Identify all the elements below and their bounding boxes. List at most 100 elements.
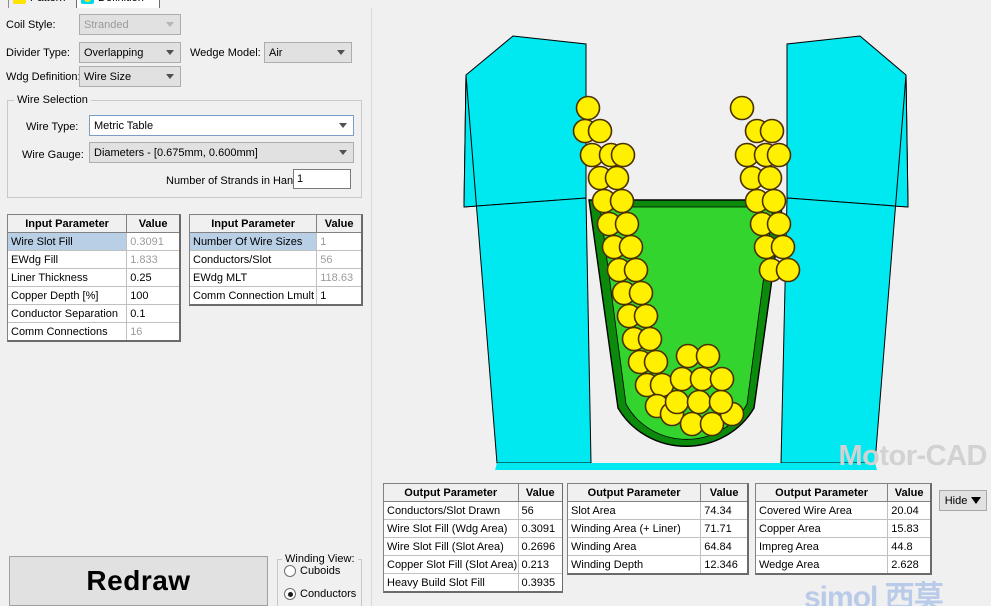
conductor-circle — [775, 257, 801, 283]
param-name: Conductors/Slot — [190, 250, 318, 269]
param-name: Covered Wire Area — [756, 501, 889, 520]
param-name: Copper Slot Fill (Slot Area) — [384, 555, 519, 574]
param-value: 2.628 — [887, 555, 930, 573]
wedge-model-label: Wedge Model: — [190, 47, 261, 59]
radio-dot-icon — [284, 588, 296, 600]
output-parameter-table-2[interactable]: Output Parameter Value Slot Area 74.34 W… — [567, 483, 749, 575]
output-parameter-table-3[interactable]: Output Parameter Value Covered Wire Area… — [755, 483, 932, 575]
table-row[interactable]: Liner Thickness 0.25 — [8, 268, 179, 287]
param-name: Comm Connection Lmult — [190, 286, 318, 304]
table-row[interactable]: Copper Slot Fill (Slot Area) 0.213 — [384, 555, 562, 574]
param-name: Winding Area (+ Liner) — [568, 519, 702, 538]
radio-winding-view-cuboids[interactable]: Cuboids — [284, 565, 340, 577]
table-row[interactable]: EWdg MLT 118.63 — [190, 268, 361, 287]
col-header-value: Value — [316, 215, 361, 233]
col-header-value: Value — [126, 215, 179, 233]
param-name: Copper Area — [756, 519, 889, 538]
wdg-definition-label: Wdg Definition: — [6, 71, 81, 83]
conductor-circle — [587, 118, 613, 144]
wedge-model-dropdown[interactable]: Air — [264, 42, 352, 63]
param-value: 64.84 — [700, 537, 747, 556]
strands-in-hand-label: Number of Strands in Hand: — [166, 175, 303, 187]
param-value: 0.3935 — [518, 573, 562, 591]
table-row[interactable]: Wire Slot Fill (Wdg Area) 0.3091 — [384, 519, 562, 538]
table-row[interactable]: Conductors/Slot 56 — [190, 250, 361, 269]
chevron-down-icon — [166, 22, 174, 27]
param-value: 20.04 — [887, 501, 930, 520]
param-value[interactable]: 0.25 — [126, 268, 179, 287]
param-value[interactable]: 1 — [316, 286, 361, 304]
param-name: Winding Area — [568, 537, 702, 556]
strands-in-hand-input[interactable]: 1 — [293, 169, 351, 189]
table-row[interactable]: Wire Slot Fill (Slot Area) 0.2696 — [384, 537, 562, 556]
output-parameter-table-1[interactable]: Output Parameter Value Conductors/Slot D… — [383, 483, 563, 593]
wdg-definition-dropdown[interactable]: Wire Size — [79, 66, 181, 87]
coil-style-dropdown[interactable]: Stranded — [79, 14, 181, 35]
table-row[interactable]: Wire Slot Fill 0.3091 — [8, 232, 179, 251]
table-row[interactable]: Winding Depth 12.346 — [568, 555, 747, 573]
param-name: Wire Slot Fill (Slot Area) — [384, 537, 519, 556]
wire-type-label: Wire Type: — [26, 121, 79, 133]
param-value: 1.833 — [126, 250, 179, 269]
slot-drawing-canvas[interactable]: Motor-CAD — [381, 8, 991, 478]
conductor-circle — [623, 257, 649, 283]
wire-selection-title: Wire Selection — [14, 94, 91, 106]
wire-type-dropdown[interactable]: Metric Table — [89, 115, 354, 136]
input-parameter-table-right[interactable]: Input Parameter Value Number Of Wire Siz… — [189, 214, 363, 306]
col-header-input-parameter: Input Parameter — [190, 215, 318, 233]
simol-branding-logo: simol 西莫 — [804, 581, 944, 606]
table-row[interactable]: Impreg Area 44.8 — [756, 537, 930, 556]
table-row[interactable]: Conductors/Slot Drawn 56 — [384, 501, 562, 520]
table-row[interactable]: Copper Depth [%] 100 — [8, 286, 179, 305]
conductor-circle — [729, 95, 755, 121]
param-name: Impreg Area — [756, 537, 889, 556]
param-name: Number Of Wire Sizes — [190, 232, 318, 251]
param-value: 56 — [518, 501, 562, 520]
table-row[interactable]: Covered Wire Area 20.04 — [756, 501, 930, 520]
param-name: EWdg Fill — [8, 250, 128, 269]
chevron-down-icon — [337, 50, 345, 55]
divider-type-dropdown[interactable]: Overlapping — [79, 42, 181, 63]
param-value[interactable]: 0.1 — [126, 304, 179, 323]
redraw-button[interactable]: Redraw — [9, 556, 268, 606]
col-header-output-parameter: Output Parameter — [568, 484, 702, 502]
chevron-down-icon — [971, 497, 982, 504]
wire-gauge-dropdown[interactable]: Diameters - [0.675mm, 0.600mm] — [89, 142, 354, 163]
param-value[interactable]: 100 — [126, 286, 179, 305]
radio-winding-view-conductors[interactable]: Conductors — [284, 588, 356, 600]
table-row[interactable]: Winding Area 64.84 — [568, 537, 747, 556]
table-row[interactable]: EWdg Fill 1.833 — [8, 250, 179, 269]
conductor-circle — [610, 142, 636, 168]
table-row[interactable]: Copper Area 15.83 — [756, 519, 930, 538]
tab-definition[interactable]: Definition — [76, 0, 160, 8]
coil-style-value: Stranded — [84, 18, 129, 31]
input-parameter-table-left[interactable]: Input Parameter Value Wire Slot Fill 0.3… — [7, 214, 181, 342]
param-value: 0.3091 — [518, 519, 562, 538]
table-row[interactable]: Heavy Build Slot Fill 0.3935 — [384, 573, 562, 591]
tab-pattern[interactable]: Pattern — [8, 0, 80, 8]
table-row[interactable]: Number Of Wire Sizes 1 — [190, 232, 361, 251]
param-value: 16 — [126, 322, 179, 340]
conductor-circle — [637, 326, 663, 352]
motorcad-winding-definition-window: Pattern Definition Coil Style: Stranded … — [0, 0, 991, 606]
hide-button[interactable]: Hide — [939, 490, 987, 511]
conductor-circle — [618, 234, 644, 260]
param-value: 1 — [316, 232, 361, 251]
radio-dot-icon — [284, 565, 296, 577]
param-value: 0.213 — [518, 555, 562, 574]
col-header-value: Value — [887, 484, 930, 502]
col-header-output-parameter: Output Parameter — [756, 484, 889, 502]
conductor-circle — [633, 303, 659, 329]
table-row[interactable]: Wedge Area 2.628 — [756, 555, 930, 573]
table-row[interactable]: Comm Connections 16 — [8, 322, 179, 340]
param-name: EWdg MLT — [190, 268, 318, 287]
conductor-circle — [695, 343, 721, 369]
table-row[interactable]: Conductor Separation 0.1 — [8, 304, 179, 323]
table-row[interactable]: Comm Connection Lmult 1 — [190, 286, 361, 304]
divider-type-value: Overlapping — [84, 46, 144, 59]
conductor-circle — [766, 142, 792, 168]
table-row[interactable]: Winding Area (+ Liner) 71.71 — [568, 519, 747, 538]
tab-strip: Pattern Definition — [0, 0, 991, 8]
table-row[interactable]: Slot Area 74.34 — [568, 501, 747, 520]
conductor-circle — [757, 165, 783, 191]
